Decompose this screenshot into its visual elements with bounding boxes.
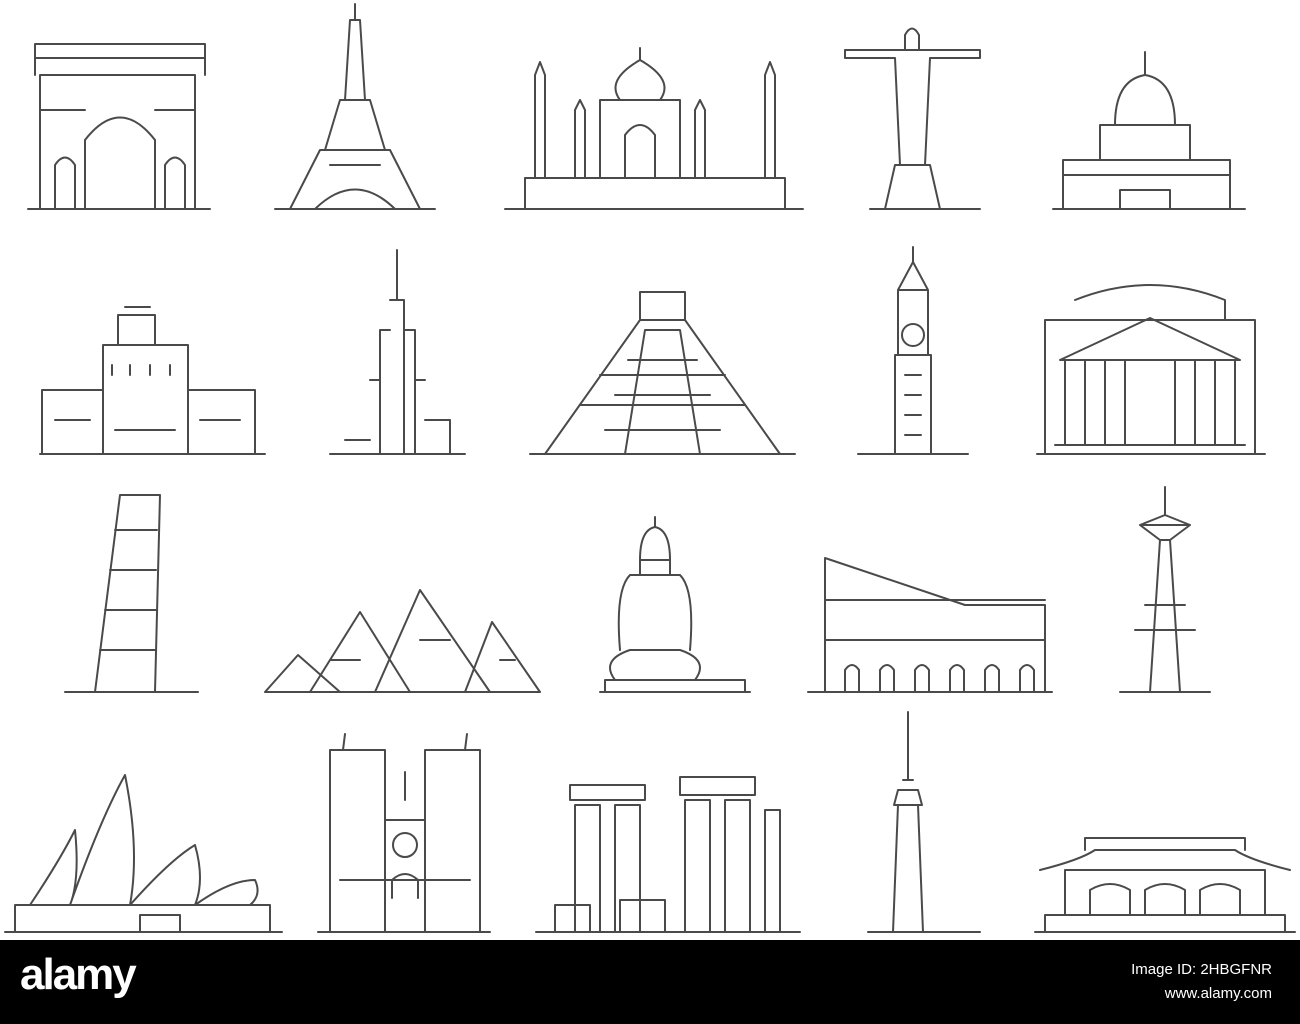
taj-mahal-icon: [504, 47, 804, 210]
christ-the-redeemer-icon: [844, 27, 981, 210]
burj-khalifa-icon: [329, 249, 466, 455]
cn-tower-icon: [867, 711, 981, 933]
arc-de-triomphe-icon: [27, 43, 211, 210]
sydney-opera-house-icon: [4, 774, 283, 933]
leaning-tower-of-pisa-icon: [64, 494, 199, 693]
pantheon-icon: [1036, 284, 1266, 455]
notre-dame-icon: [317, 733, 491, 933]
eiffel-tower-icon: [274, 3, 436, 210]
watermark-bar: alamy Image ID: 2HBGFNR www.alamy.com: [0, 940, 1300, 1024]
colosseum-icon: [807, 557, 1053, 693]
great-wall-icon: [39, 306, 266, 455]
us-capitol-icon: [1052, 51, 1246, 210]
chichen-itza-icon: [529, 291, 796, 455]
landmark-icon-set: [4, 3, 1296, 933]
image-meta: Image ID: 2HBGFNR www.alamy.com: [1131, 958, 1272, 1006]
buddha-statue-icon: [599, 516, 751, 693]
pyramids-of-giza-icon: [264, 589, 541, 693]
site-url: www.alamy.com: [1164, 985, 1272, 1002]
image-id: Image ID: 2HBGFNR: [1131, 961, 1272, 978]
forbidden-city-icon: [1034, 837, 1296, 933]
alamy-logo: alamy: [20, 950, 137, 999]
space-needle-icon: [1119, 486, 1211, 693]
big-ben-icon: [857, 246, 969, 455]
stonehenge-icon: [535, 776, 801, 933]
